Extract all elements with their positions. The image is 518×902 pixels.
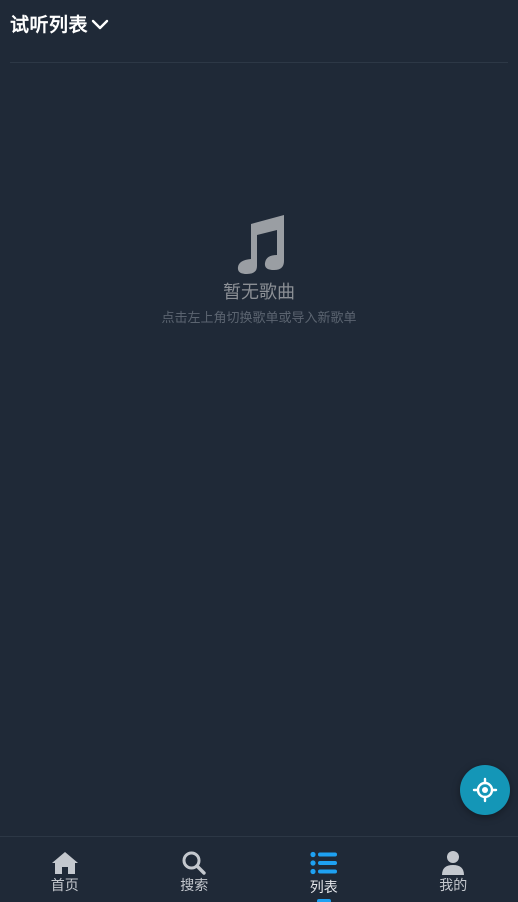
music-note-icon — [237, 215, 284, 274]
tab-label: 首页 — [50, 878, 79, 894]
header-divider — [10, 62, 508, 63]
tab-label: 列表 — [309, 880, 338, 896]
locate-crosshair-icon — [472, 777, 498, 803]
tab-mine[interactable]: 我的 — [389, 837, 518, 902]
chevron-down-icon — [91, 15, 109, 33]
bottom-tab-bar: 首页 搜索 列表 我的 — [0, 836, 518, 902]
empty-state-subtitle: 点击左上角切换歌单或导入新歌单 — [161, 311, 357, 326]
empty-state-title: 暂无歌曲 — [223, 282, 295, 303]
search-icon — [180, 850, 208, 876]
tab-home[interactable]: 首页 — [0, 837, 130, 902]
tab-label: 我的 — [439, 878, 468, 894]
header: 试听列表 — [0, 0, 518, 64]
tab-label: 搜索 — [180, 878, 209, 894]
tab-search[interactable]: 搜索 — [130, 837, 260, 902]
user-icon — [439, 850, 467, 876]
page-title: 试听列表 — [10, 13, 89, 36]
tab-list[interactable]: 列表 — [259, 837, 389, 902]
list-icon — [310, 850, 338, 876]
empty-state: 暂无歌曲 点击左上角切换歌单或导入新歌单 — [0, 210, 518, 328]
locate-button[interactable] — [460, 765, 510, 815]
home-icon — [51, 850, 79, 876]
playlist-selector[interactable]: 试听列表 — [10, 8, 109, 38]
